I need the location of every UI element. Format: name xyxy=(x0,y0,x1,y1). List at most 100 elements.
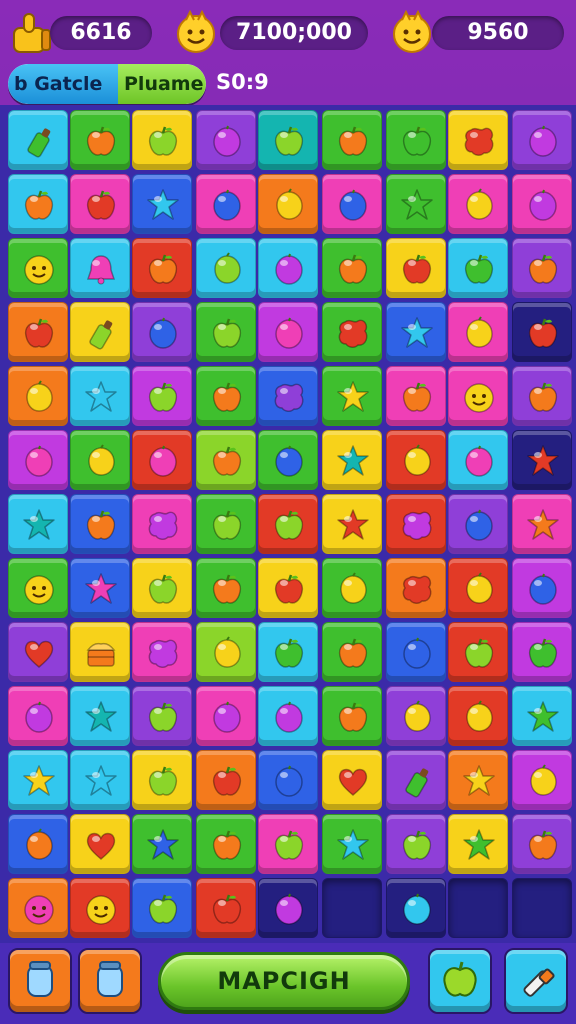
board-tile[interactable] xyxy=(258,494,318,554)
board-tile[interactable] xyxy=(8,558,68,618)
board-tile[interactable] xyxy=(132,750,192,810)
brush-booster-button[interactable] xyxy=(504,948,568,1014)
board-tile[interactable] xyxy=(70,814,130,874)
board-tile[interactable] xyxy=(322,558,382,618)
board-tile[interactable] xyxy=(70,494,130,554)
board-tile[interactable] xyxy=(132,494,192,554)
jar-booster-button[interactable] xyxy=(78,948,142,1014)
board-tile[interactable] xyxy=(70,430,130,490)
board-tile[interactable] xyxy=(448,750,508,810)
board-tile[interactable] xyxy=(386,558,446,618)
board-tile[interactable] xyxy=(448,558,508,618)
board-tile[interactable] xyxy=(322,750,382,810)
board-tile[interactable] xyxy=(8,430,68,490)
board-tile[interactable] xyxy=(132,366,192,426)
board-tile[interactable] xyxy=(132,622,192,682)
board-tile[interactable] xyxy=(322,430,382,490)
board-tile[interactable] xyxy=(386,814,446,874)
board-tile[interactable] xyxy=(258,174,318,234)
thumbs-up-icon[interactable] xyxy=(10,10,54,56)
board-tile[interactable] xyxy=(8,110,68,170)
board-tile[interactable] xyxy=(196,174,256,234)
board-tile[interactable] xyxy=(70,622,130,682)
empty-tile[interactable] xyxy=(448,878,508,938)
board-tile[interactable] xyxy=(386,750,446,810)
board-tile[interactable] xyxy=(386,878,446,938)
board-tile[interactable] xyxy=(386,302,446,362)
board-tile[interactable] xyxy=(386,366,446,426)
board-tile[interactable] xyxy=(70,366,130,426)
board-tile[interactable] xyxy=(8,814,68,874)
board-tile[interactable] xyxy=(196,302,256,362)
board-tile[interactable] xyxy=(322,110,382,170)
board-tile[interactable] xyxy=(448,366,508,426)
apple-booster-button[interactable] xyxy=(428,948,492,1014)
board-tile[interactable] xyxy=(258,750,318,810)
board-tile[interactable] xyxy=(386,238,446,298)
board-tile[interactable] xyxy=(196,814,256,874)
board-tile[interactable] xyxy=(386,622,446,682)
board-tile[interactable] xyxy=(512,238,572,298)
board-tile[interactable] xyxy=(512,302,572,362)
board-tile[interactable] xyxy=(70,558,130,618)
board-tile[interactable] xyxy=(258,110,318,170)
empty-tile[interactable] xyxy=(512,878,572,938)
board-tile[interactable] xyxy=(8,494,68,554)
board-tile[interactable] xyxy=(132,430,192,490)
board-tile[interactable] xyxy=(448,174,508,234)
board-tile[interactable] xyxy=(132,814,192,874)
board-tile[interactable] xyxy=(132,686,192,746)
board-tile[interactable] xyxy=(132,878,192,938)
board-tile[interactable] xyxy=(8,302,68,362)
board-tile[interactable] xyxy=(132,558,192,618)
board-tile[interactable] xyxy=(8,622,68,682)
board-tile[interactable] xyxy=(448,110,508,170)
board-tile[interactable] xyxy=(196,558,256,618)
board-tile[interactable] xyxy=(70,750,130,810)
board-tile[interactable] xyxy=(512,622,572,682)
board-tile[interactable] xyxy=(512,110,572,170)
board-tile[interactable] xyxy=(196,686,256,746)
board-tile[interactable] xyxy=(8,174,68,234)
board-tile[interactable] xyxy=(196,110,256,170)
board-tile[interactable] xyxy=(258,366,318,426)
board-tile[interactable] xyxy=(512,174,572,234)
board-tile[interactable] xyxy=(386,494,446,554)
board-tile[interactable] xyxy=(386,430,446,490)
board-tile[interactable] xyxy=(70,878,130,938)
board-tile[interactable] xyxy=(132,110,192,170)
board-tile[interactable] xyxy=(448,814,508,874)
board-tile[interactable] xyxy=(258,814,318,874)
board-tile[interactable] xyxy=(8,238,68,298)
empty-tile[interactable] xyxy=(322,878,382,938)
board-tile[interactable] xyxy=(512,686,572,746)
board-tile[interactable] xyxy=(386,686,446,746)
board-tile[interactable] xyxy=(258,558,318,618)
board-tile[interactable] xyxy=(448,494,508,554)
board-tile[interactable] xyxy=(258,878,318,938)
board-tile[interactable] xyxy=(258,302,318,362)
board-tile[interactable] xyxy=(512,430,572,490)
board-tile[interactable] xyxy=(512,814,572,874)
board-tile[interactable] xyxy=(448,622,508,682)
board-tile[interactable] xyxy=(322,238,382,298)
board-tile[interactable] xyxy=(70,238,130,298)
board-tile[interactable] xyxy=(512,494,572,554)
board-tile[interactable] xyxy=(258,686,318,746)
board-tile[interactable] xyxy=(70,686,130,746)
board-tile[interactable] xyxy=(512,750,572,810)
board-tile[interactable] xyxy=(196,750,256,810)
board-tile[interactable] xyxy=(322,814,382,874)
board-tile[interactable] xyxy=(386,110,446,170)
board-tile[interactable] xyxy=(196,430,256,490)
board-tile[interactable] xyxy=(322,686,382,746)
match-button[interactable]: MAPCIGH xyxy=(158,952,410,1010)
board-tile[interactable] xyxy=(196,494,256,554)
board-tile[interactable] xyxy=(70,174,130,234)
board-tile[interactable] xyxy=(512,558,572,618)
board-tile[interactable] xyxy=(386,174,446,234)
board-tile[interactable] xyxy=(258,622,318,682)
board-tile[interactable] xyxy=(322,494,382,554)
board-tile[interactable] xyxy=(258,430,318,490)
board-tile[interactable] xyxy=(448,686,508,746)
